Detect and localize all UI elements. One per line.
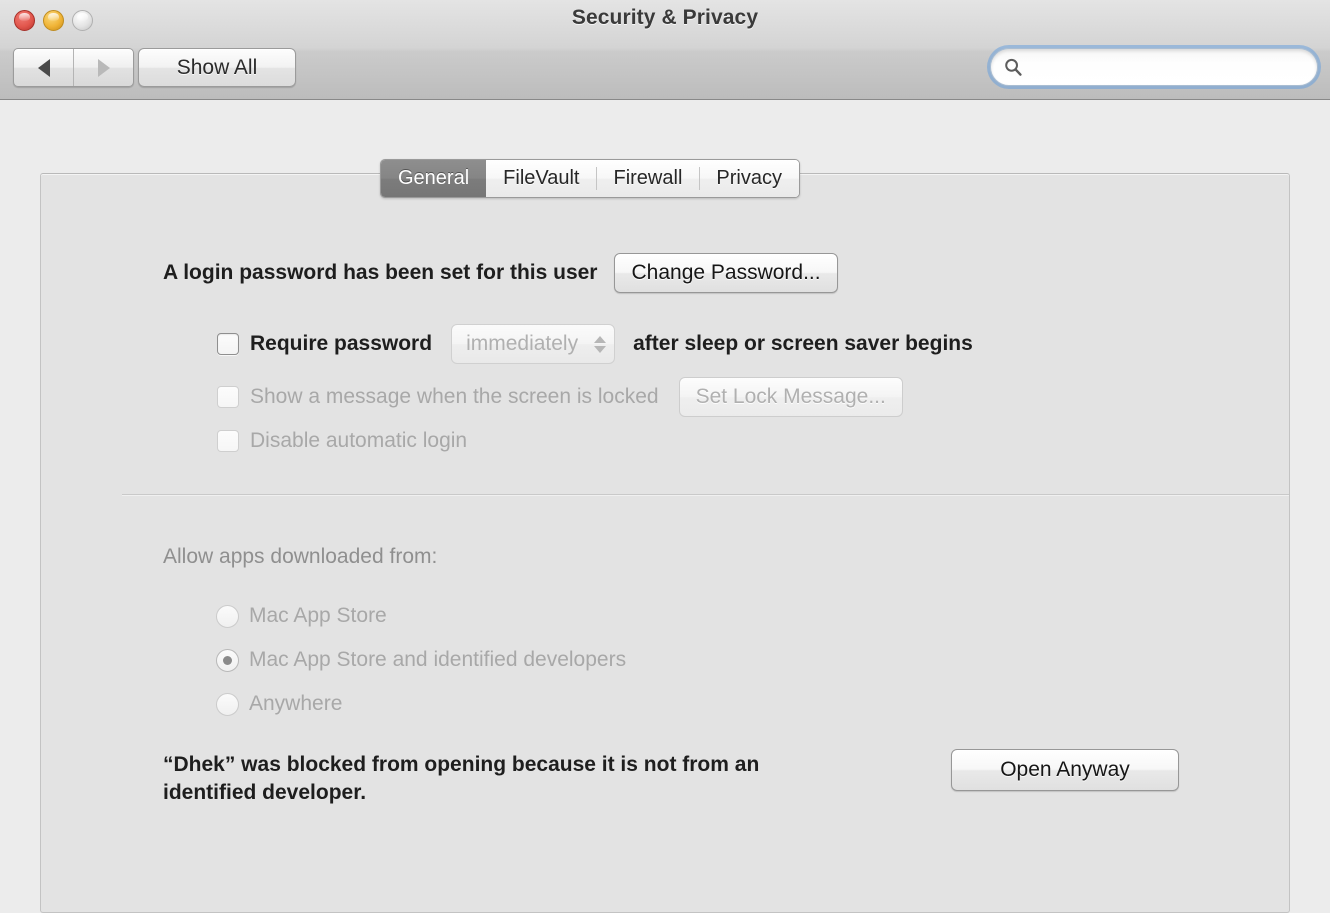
require-password-checkbox[interactable] — [217, 333, 239, 355]
preferences-panel: A login password has been set for this u… — [40, 173, 1290, 913]
require-password-delay-popup: immediately — [451, 324, 616, 364]
tab-filevault-label: FileVault — [503, 167, 580, 189]
gatekeeper-option-mac-app-store: Mac App Store — [216, 604, 387, 628]
show-lock-message-checkbox — [217, 386, 239, 408]
search-field[interactable] — [990, 48, 1318, 86]
navigation-segmented-control — [13, 48, 134, 87]
radio-mac-app-store — [216, 604, 239, 628]
require-password-label: Require password — [250, 332, 433, 355]
radio-anywhere — [216, 692, 239, 716]
require-password-delay-value: immediately — [466, 332, 579, 355]
show-lock-message-row: Show a message when the screen is locked… — [217, 377, 903, 417]
tab-bar: General FileVault Firewall Privacy — [380, 159, 800, 198]
radio-identified-developers — [216, 648, 239, 672]
tab-general[interactable]: General — [381, 160, 487, 197]
forward-button — [73, 49, 133, 86]
change-password-button[interactable]: Change Password... — [614, 253, 838, 293]
tab-firewall-label: Firewall — [613, 167, 683, 189]
login-password-row: A login password has been set for this u… — [163, 253, 838, 293]
tab-firewall[interactable]: Firewall — [596, 160, 700, 197]
disable-auto-login-checkbox — [217, 430, 239, 452]
chevron-right-icon — [97, 58, 110, 77]
window-titlebar: Security & Privacy Show All — [0, 0, 1330, 100]
tab-filevault[interactable]: FileVault — [486, 160, 597, 197]
back-button[interactable] — [14, 49, 73, 86]
disable-auto-login-row: Disable automatic login — [217, 429, 467, 453]
general-tab-content: A login password has been set for this u… — [41, 174, 1289, 912]
radio-identified-developers-label: Mac App Store and identified developers — [249, 648, 627, 671]
show-all-label: Show All — [176, 55, 258, 79]
open-anyway-button[interactable]: Open Anyway — [951, 749, 1179, 791]
tab-general-label: General — [398, 167, 470, 189]
chevron-left-icon — [37, 58, 50, 77]
section-divider — [122, 494, 1289, 496]
set-lock-message-label: Set Lock Message... — [695, 385, 886, 408]
blocked-app-message-line2: identified developer. — [163, 781, 367, 805]
gatekeeper-option-identified-developers: Mac App Store and identified developers — [216, 648, 626, 672]
show-all-button[interactable]: Show All — [138, 48, 296, 87]
require-password-row: Require password immediately after sleep… — [217, 324, 973, 364]
gatekeeper-heading-row: Allow apps downloaded from: — [163, 545, 437, 569]
radio-anywhere-label: Anywhere — [249, 692, 343, 715]
radio-mac-app-store-label: Mac App Store — [249, 604, 387, 627]
change-password-label: Change Password... — [631, 261, 821, 284]
gatekeeper-option-anywhere: Anywhere — [216, 692, 342, 716]
login-password-status-label: A login password has been set for this u… — [163, 261, 598, 284]
search-icon — [1005, 58, 1022, 76]
gatekeeper-heading: Allow apps downloaded from: — [163, 545, 438, 568]
show-lock-message-label: Show a message when the screen is locked — [250, 385, 659, 408]
window-title: Security & Privacy — [571, 6, 759, 29]
stepper-arrows-icon — [594, 335, 607, 353]
require-password-suffix-label: after sleep or screen saver begins — [633, 332, 973, 355]
tab-privacy[interactable]: Privacy — [699, 160, 799, 197]
tab-privacy-label: Privacy — [716, 167, 782, 189]
blocked-app-message-line1: “Dhek” was blocked from opening because … — [163, 753, 760, 776]
blocked-app-message: “Dhek” was blocked from opening because … — [163, 751, 923, 807]
disable-auto-login-label: Disable automatic login — [250, 429, 468, 452]
set-lock-message-button: Set Lock Message... — [678, 377, 903, 417]
open-anyway-label: Open Anyway — [1000, 758, 1130, 781]
